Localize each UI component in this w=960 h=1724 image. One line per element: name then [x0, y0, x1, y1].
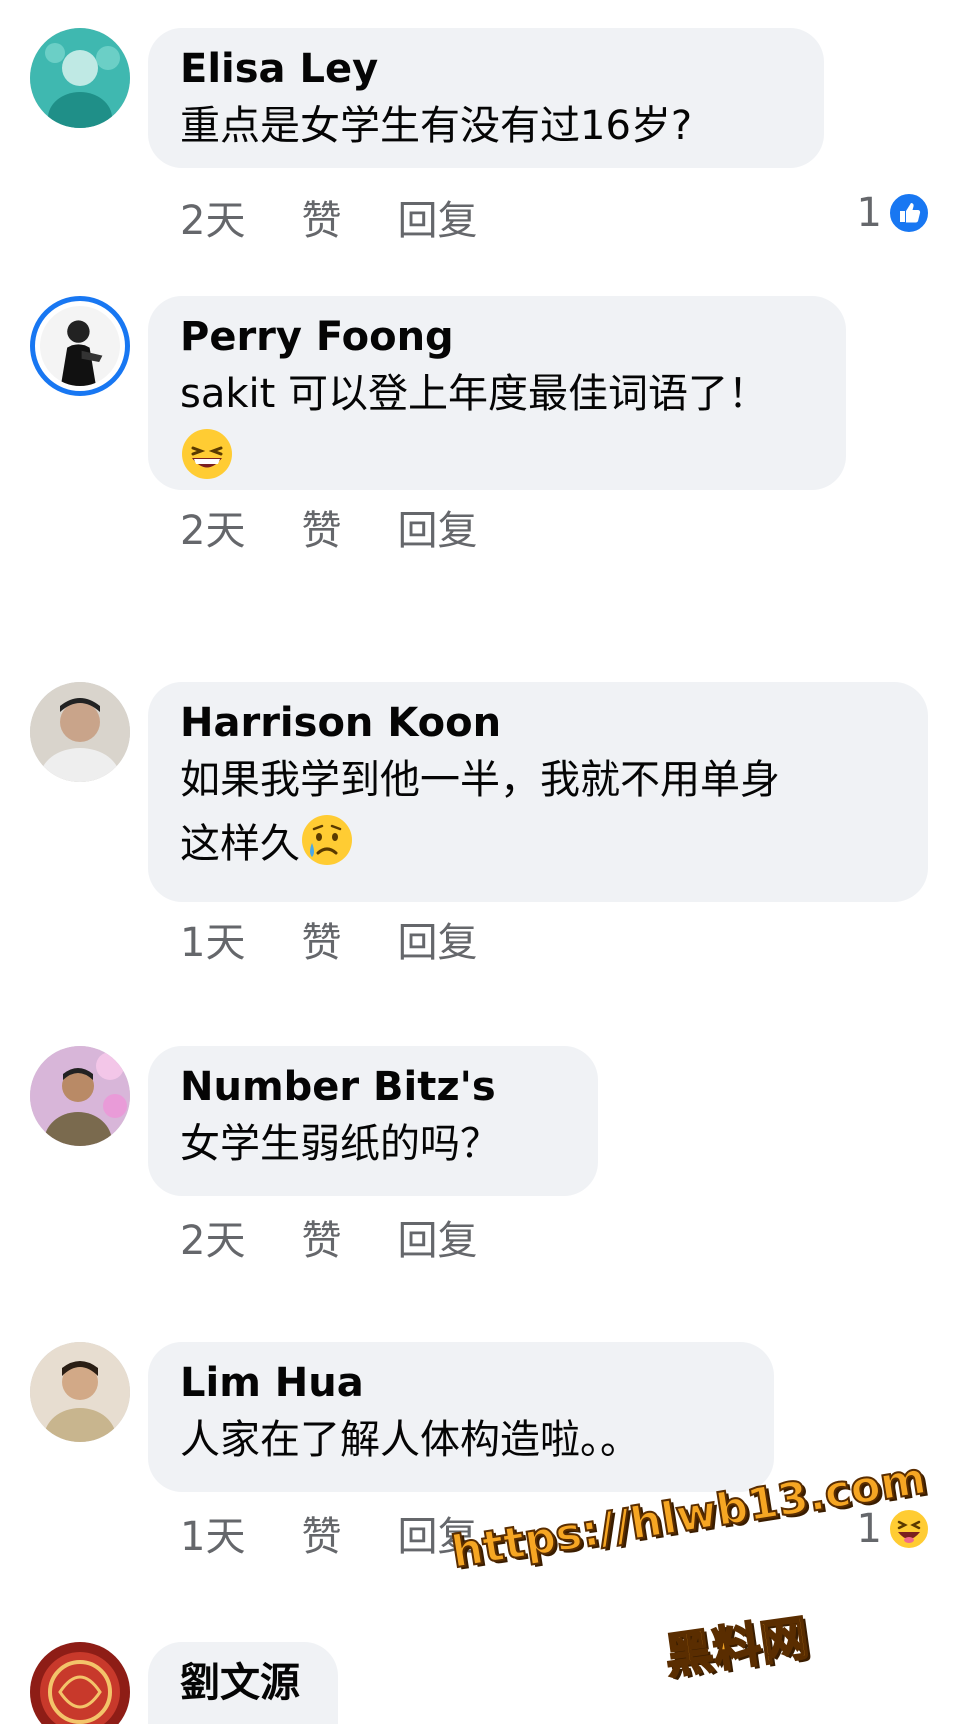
reaction-count: 1 [856, 190, 882, 236]
comment-time: 2天 [180, 1218, 246, 1264]
comment-text: 如果我学到他一半，我就不用单身 [180, 757, 780, 803]
avatar[interactable] [30, 28, 130, 128]
reply-button[interactable]: 回复 [397, 506, 477, 556]
comment-text: 重点是女学生有没有过16岁? [180, 103, 693, 149]
like-button[interactable]: 赞 [301, 1512, 341, 1562]
avatar[interactable] [30, 682, 130, 782]
reply-button[interactable]: 回复 [397, 1216, 477, 1266]
grinning-squinting-face-icon [182, 429, 232, 479]
sad-but-relieved-face-icon [302, 815, 352, 865]
avatar-photo-icon [30, 1642, 130, 1724]
avatar-photo-icon [30, 28, 130, 128]
comment-author[interactable]: Perry Foong [180, 312, 814, 362]
comment-bubble: Perry Foong sakit 可以登上年度最佳词语了！ [148, 296, 846, 490]
avatar-photo-icon [30, 682, 130, 782]
comment-actions: 2天 赞 回复 [180, 506, 533, 556]
avatar-photo-icon [30, 1046, 130, 1146]
like-button[interactable]: 赞 [301, 918, 341, 968]
comment-actions: 2天 赞 回复 [180, 1216, 533, 1266]
avatar-photo-icon [30, 1342, 130, 1442]
like-reaction-icon [888, 192, 930, 234]
avatar-photo-icon [40, 306, 120, 386]
comment-text: sakit 可以登上年度最佳词语了！ [180, 371, 769, 417]
comment-time: 1天 [180, 920, 246, 966]
comment-bubble: 劉文源 [148, 1642, 338, 1724]
comment-bubble: Number Bitz's 女学生弱纸的吗？ [148, 1046, 598, 1196]
comment-bubble: Harrison Koon 如果我学到他一半，我就不用单身 这样久 [148, 682, 928, 902]
comment-time: 2天 [180, 508, 246, 554]
comment-text-wrap: 如果我学到他一半，我就不用单身 这样久 [180, 748, 896, 876]
comment-author[interactable]: Lim Hua [180, 1358, 742, 1408]
comment-text: 人家在了解人体构造啦。。 [180, 1417, 640, 1463]
watermark-site-name: 黑料网 [661, 1609, 813, 1686]
reply-button[interactable]: 回复 [397, 196, 477, 246]
comment-bubble: Elisa Ley 重点是女学生有没有过16岁? [148, 28, 824, 168]
comment-actions: 2天 赞 回复 [180, 196, 533, 246]
comment-time: 2天 [180, 198, 246, 244]
comment-actions: 1天 赞 回复 [180, 918, 533, 968]
like-button[interactable]: 赞 [301, 196, 341, 246]
avatar[interactable] [30, 1046, 130, 1146]
comment-bubble: Lim Hua 人家在了解人体构造啦。。 [148, 1342, 774, 1492]
avatar[interactable] [30, 1642, 130, 1724]
comment-text-wrap: sakit 可以登上年度最佳词语了！ [180, 362, 814, 490]
comment-text: 这样久 [180, 821, 300, 867]
comment-author[interactable]: Elisa Ley [180, 44, 792, 94]
haha-reaction-icon [888, 1508, 930, 1550]
like-button[interactable]: 赞 [301, 1216, 341, 1266]
avatar[interactable] [30, 296, 130, 396]
comment-text: 女学生弱纸的吗？ [180, 1121, 500, 1167]
comment-time: 1天 [180, 1514, 246, 1560]
comment-author[interactable]: Number Bitz's [180, 1062, 566, 1112]
comment-author[interactable]: Harrison Koon [180, 698, 896, 748]
like-button[interactable]: 赞 [301, 506, 341, 556]
reply-button[interactable]: 回复 [397, 918, 477, 968]
comment-author[interactable]: 劉文源 [180, 1658, 306, 1708]
reaction-summary[interactable]: 1 [857, 190, 930, 236]
avatar[interactable] [30, 1342, 130, 1442]
